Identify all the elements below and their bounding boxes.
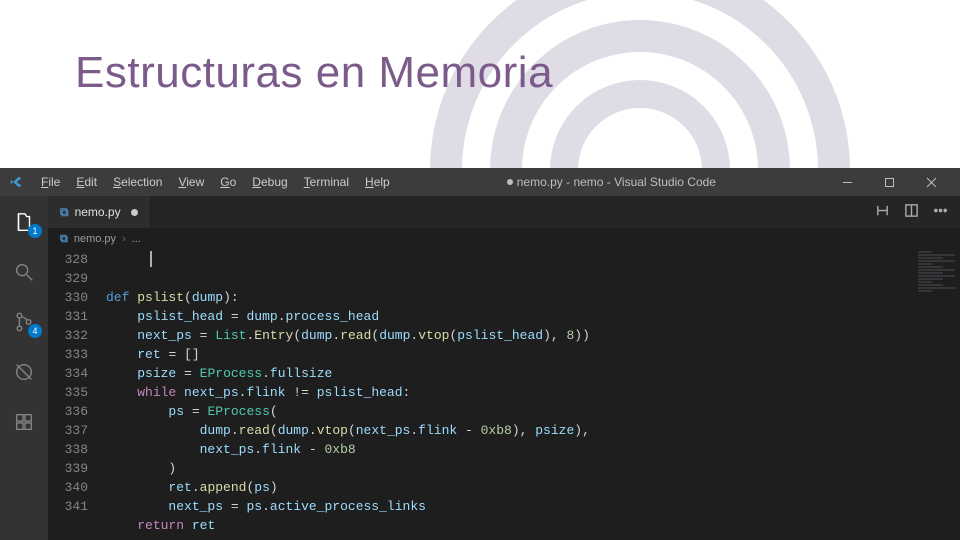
- menu-go[interactable]: Go: [213, 172, 243, 192]
- editor-area: ⧉ nemo.py ⧉ nemo.py › ... 3283293303313: [48, 196, 960, 540]
- menu-view[interactable]: View: [171, 172, 211, 192]
- minimap[interactable]: [914, 250, 960, 540]
- window-title: nemo.py - nemo - Visual Studio Code: [401, 175, 822, 189]
- unsaved-dot-icon: [507, 179, 513, 185]
- menu-selection[interactable]: Selection: [106, 172, 169, 192]
- window-title-text: nemo.py - nemo - Visual Studio Code: [517, 175, 716, 189]
- activity-extensions[interactable]: [0, 402, 48, 442]
- compare-changes-icon[interactable]: [875, 203, 890, 221]
- editor-actions: [863, 196, 960, 228]
- tab-nemo-py[interactable]: ⧉ nemo.py: [48, 196, 151, 228]
- vscode-logo-icon: [8, 174, 24, 190]
- vscode-window: File Edit Selection View Go Debug Termin…: [0, 168, 960, 540]
- menu-debug[interactable]: Debug: [245, 172, 294, 192]
- slide-title: Estructuras en Memoria: [75, 48, 553, 98]
- activity-explorer[interactable]: 1: [0, 202, 48, 242]
- more-actions-icon[interactable]: [933, 203, 948, 221]
- menu-file[interactable]: File: [34, 172, 67, 192]
- titlebar: File Edit Selection View Go Debug Termin…: [0, 168, 960, 196]
- activity-search[interactable]: [0, 252, 48, 292]
- minimize-button[interactable]: [826, 168, 868, 196]
- unsaved-indicator-icon: [131, 209, 138, 216]
- activity-scm[interactable]: 4: [0, 302, 48, 342]
- python-file-icon: ⧉: [60, 233, 68, 246]
- line-number-gutter: 3283293303313323333343353363373383393403…: [48, 250, 106, 540]
- split-editor-icon[interactable]: [904, 203, 919, 221]
- menu-bar: File Edit Selection View Go Debug Termin…: [34, 172, 397, 192]
- breadcrumb-segment: ...: [132, 233, 141, 245]
- code-content[interactable]: def pslist(dump): pslist_head = dump.pro…: [106, 250, 960, 540]
- activity-debug[interactable]: [0, 352, 48, 392]
- text-cursor: [150, 251, 152, 267]
- menu-terminal[interactable]: Terminal: [297, 172, 356, 192]
- editor-tabs: ⧉ nemo.py: [48, 196, 960, 228]
- breadcrumb-file: nemo.py: [74, 233, 116, 245]
- explorer-badge: 1: [28, 224, 42, 238]
- activity-bar: 1 4: [0, 196, 48, 540]
- window-controls: [826, 168, 952, 196]
- breadcrumb[interactable]: ⧉ nemo.py › ...: [48, 228, 960, 250]
- menu-help[interactable]: Help: [358, 172, 397, 192]
- python-file-icon: ⧉: [60, 205, 69, 220]
- scm-badge: 4: [28, 324, 42, 338]
- close-button[interactable]: [910, 168, 952, 196]
- menu-edit[interactable]: Edit: [69, 172, 104, 192]
- code-editor[interactable]: 3283293303313323333343353363373383393403…: [48, 250, 960, 540]
- chevron-right-icon: ›: [122, 233, 126, 245]
- maximize-button[interactable]: [868, 168, 910, 196]
- tab-label: nemo.py: [75, 205, 121, 219]
